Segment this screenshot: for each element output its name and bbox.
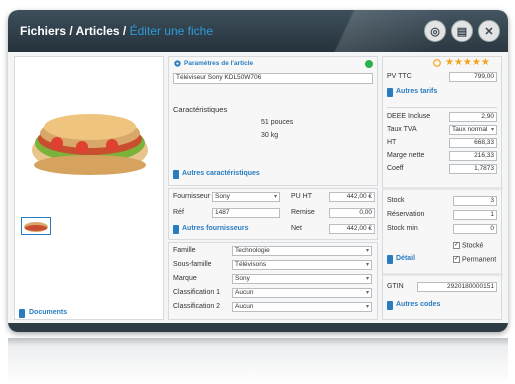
permanent-label: Permanent — [462, 256, 497, 264]
book-icon — [19, 309, 25, 318]
supplier-label: Fournisseur — [173, 193, 210, 200]
ref-label: Réf — [173, 209, 184, 216]
classification-1-label: Classification 1 — [173, 289, 221, 296]
vat-rate-label: Taux TVA — [387, 126, 417, 133]
classification-1-select[interactable]: Aucun — [232, 288, 372, 298]
star-rating-icon[interactable]: ★★★★★ — [445, 57, 490, 68]
deee-input[interactable]: 2,90 — [449, 112, 497, 122]
edit-item-window: Fichiers / Articles / Éditer une fiche ◎… — [8, 10, 508, 332]
rating-settings-icon[interactable] — [433, 59, 441, 67]
breadcrumb: Fichiers / Articles / Éditer une fiche — [20, 24, 213, 38]
book-icon — [387, 301, 393, 310]
classification-panel: Famille Technologie Sous-famille Télévis… — [168, 242, 378, 320]
stock-min-label: Stock min — [387, 225, 418, 232]
save-icon[interactable]: ▤ — [451, 20, 473, 42]
coeff-input[interactable]: 1,7873 — [449, 164, 497, 174]
gear-icon — [174, 60, 181, 67]
pu-ht-input[interactable]: 442,00 € — [329, 192, 375, 202]
family-label: Famille — [173, 247, 196, 254]
pu-ht-label: PU HT — [291, 193, 312, 200]
breadcrumb-current: Éditer une fiche — [129, 24, 213, 38]
status-bar — [8, 323, 508, 332]
documents-link[interactable]: Documents — [29, 309, 67, 316]
stock-input[interactable]: 3 — [453, 196, 497, 206]
discount-label: Remise — [291, 209, 315, 216]
ht-label: HT — [387, 139, 397, 146]
brand-label: Marque — [173, 275, 197, 282]
thumbnail[interactable] — [21, 217, 51, 235]
other-codes-link[interactable]: Autres codes — [396, 301, 440, 308]
characteristic-1: 51 pouces — [261, 119, 294, 126]
pv-ttc-input[interactable]: 799,00 — [449, 72, 497, 82]
ht-input[interactable]: 668,33 — [449, 138, 497, 148]
window-reflection — [8, 338, 508, 384]
stock-min-input[interactable]: 0 — [453, 224, 497, 234]
pricing-panel: ★★★★★ PV TTC 799,00 Autres tarifs DEEE I… — [382, 56, 503, 320]
check-icon[interactable]: ✓ — [453, 242, 460, 249]
classification-2-label: Classification 2 — [173, 303, 221, 310]
coeff-label: Coeff — [387, 165, 404, 172]
status-dot-icon — [365, 60, 373, 68]
params-panel: Paramètres de l'article Téléviseur Sony … — [168, 56, 378, 186]
reservation-input[interactable]: 1 — [453, 210, 497, 220]
detail-link[interactable]: Détail — [396, 255, 415, 262]
title-bar-gloss — [278, 10, 508, 52]
gtin-label: GTIN — [387, 283, 404, 290]
family-select[interactable]: Technologie — [232, 246, 372, 256]
other-characteristics-link[interactable]: Autres caractéristiques — [182, 170, 260, 177]
params-title: Paramètres de l'article — [184, 60, 254, 67]
net-margin-input[interactable]: 216,33 — [449, 151, 497, 161]
book-icon — [173, 170, 179, 179]
pv-ttc-label: PV TTC — [387, 73, 412, 80]
subfamily-label: Sous-famille — [173, 261, 212, 268]
product-photo[interactable] — [27, 95, 153, 195]
discount-input[interactable]: 0,00 — [329, 208, 375, 218]
close-icon[interactable]: ✕ — [478, 20, 500, 42]
brand-select[interactable]: Sony — [232, 274, 372, 284]
net-label: Net — [291, 225, 302, 232]
settings-icon[interactable]: ◎ — [424, 20, 446, 42]
check-icon[interactable]: ✓ — [453, 256, 460, 263]
characteristics-label: Caractéristiques — [173, 105, 228, 114]
divider — [387, 107, 497, 108]
other-suppliers-link[interactable]: Autres fournisseurs — [182, 225, 249, 232]
other-prices-link[interactable]: Autres tarifs — [396, 88, 437, 95]
permanent-checkbox[interactable]: ✓ Permanent — [453, 256, 496, 263]
reflection-band — [8, 338, 508, 346]
gtin-input[interactable]: 2920180000151 — [417, 282, 497, 292]
title-bar: Fichiers / Articles / Éditer une fiche ◎… — [8, 10, 508, 52]
supplier-select[interactable]: Sony — [212, 192, 280, 202]
book-icon — [173, 225, 179, 234]
section-divider — [383, 187, 503, 190]
stock-label: Stock — [387, 197, 405, 204]
vat-rate-select[interactable]: Taux normal — [449, 125, 497, 135]
stocked-checkbox[interactable]: ✓ Stocké — [453, 242, 483, 249]
characteristic-2: 30 kg — [261, 132, 279, 139]
item-name-input[interactable]: Téléviseur Sony KDL50W706 — [173, 73, 373, 84]
section-divider — [383, 273, 503, 276]
ref-input[interactable]: 1487 — [212, 208, 280, 218]
book-icon — [387, 255, 393, 264]
image-panel: Documents — [14, 56, 164, 320]
book-icon — [387, 88, 393, 97]
stocked-label: Stocké — [462, 242, 484, 250]
net-margin-label: Marge nette — [387, 152, 425, 159]
reservation-label: Réservation — [387, 211, 425, 218]
subfamily-select[interactable]: Télévisons — [232, 260, 372, 270]
supplier-panel: Fournisseur Sony Réf 1487 Autres fournis… — [168, 188, 378, 240]
breadcrumb-path[interactable]: Fichiers / Articles / — [20, 24, 130, 38]
deee-label: DEEE Incluse — [387, 113, 431, 120]
classification-2-select[interactable]: Aucun — [232, 302, 372, 312]
net-input[interactable]: 442,00 € — [329, 224, 375, 234]
